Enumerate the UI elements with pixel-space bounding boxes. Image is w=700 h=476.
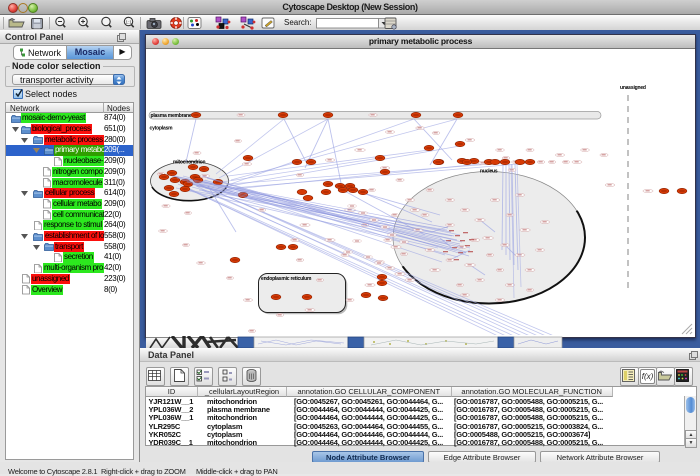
svg-text:1:1: 1:1 xyxy=(126,19,133,24)
svg-text:unassigned: unassigned xyxy=(620,85,646,91)
svg-text:plasma membrane: plasma membrane xyxy=(151,113,192,119)
svg-text:nucleus: nucleus xyxy=(480,169,498,175)
svg-text:mitochondrion: mitochondrion xyxy=(173,160,206,166)
svg-text:cytoplasm: cytoplasm xyxy=(150,126,174,132)
svg-text:Search:: Search: xyxy=(284,18,312,27)
svg-text:endoplasmic reticulum: endoplasmic reticulum xyxy=(261,276,312,282)
